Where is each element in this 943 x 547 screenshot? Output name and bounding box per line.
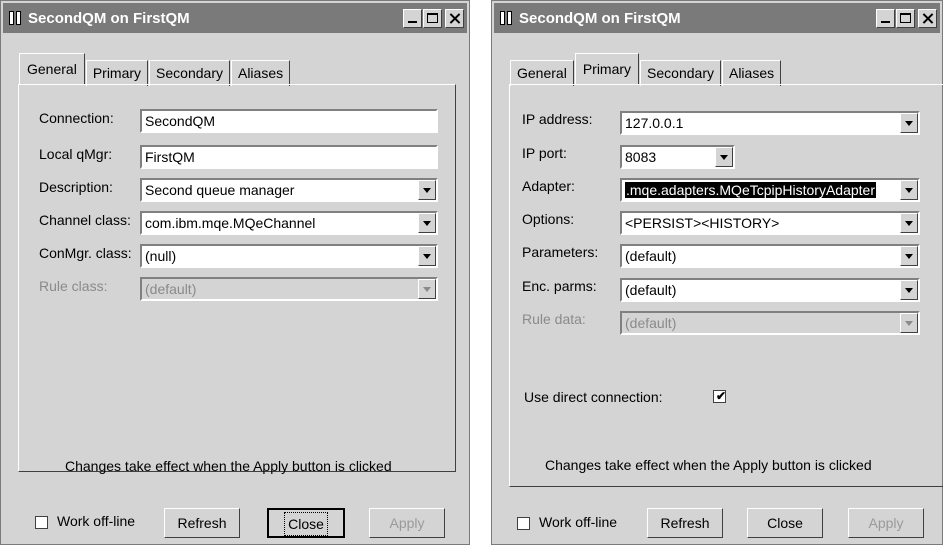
maximize-button[interactable] bbox=[423, 8, 442, 28]
work-offline-checkbox[interactable] bbox=[517, 517, 530, 530]
local-qmgr-label: Local qMgr: bbox=[39, 146, 113, 162]
description-select[interactable]: Second queue manager bbox=[140, 178, 438, 202]
chevron-down-icon[interactable] bbox=[900, 113, 918, 133]
chevron-down-icon[interactable] bbox=[715, 147, 733, 167]
close-button[interactable]: Close bbox=[747, 508, 823, 538]
connection-field[interactable]: SecondQM bbox=[140, 109, 438, 133]
window-title: SecondQM on FirstQM bbox=[519, 9, 681, 27]
tab-strip: General Primary Secondary Aliases bbox=[510, 53, 782, 86]
conmgr-class-label: ConMgr. class: bbox=[39, 245, 132, 261]
chevron-down-icon[interactable] bbox=[418, 180, 436, 200]
rule-class-select: (default) bbox=[140, 277, 438, 301]
chevron-down-icon[interactable] bbox=[900, 246, 918, 266]
chevron-down-icon bbox=[900, 313, 918, 333]
apply-button: Apply bbox=[848, 508, 924, 538]
tab-secondary[interactable]: Secondary bbox=[149, 60, 230, 86]
checkmark-icon: ✔ bbox=[716, 389, 727, 403]
chevron-down-icon bbox=[418, 279, 436, 299]
chevron-down-icon[interactable] bbox=[900, 213, 918, 233]
description-label: Description: bbox=[39, 179, 113, 195]
maximize-button[interactable] bbox=[896, 8, 915, 28]
chevron-down-icon[interactable] bbox=[900, 180, 918, 200]
enc-parms-label: Enc. parms: bbox=[522, 278, 597, 294]
app-icon bbox=[500, 10, 514, 26]
general-panel: Connection: SecondQM Local qMgr: FirstQM… bbox=[18, 84, 456, 474]
dialog-general: SecondQM on FirstQM General Primary Seco… bbox=[0, 0, 470, 545]
options-label: Options: bbox=[522, 211, 575, 227]
minimize-button[interactable] bbox=[876, 8, 895, 28]
dialog-primary: SecondQM on FirstQM General Primary Seco… bbox=[491, 0, 943, 545]
title-bar[interactable]: SecondQM on FirstQM bbox=[494, 3, 940, 33]
work-offline-label: Work off-line bbox=[539, 514, 618, 530]
apply-note: Changes take effect when the Apply butto… bbox=[65, 458, 392, 474]
direct-connection-label: Use direct connection: bbox=[524, 389, 663, 405]
channel-class-select[interactable]: com.ibm.mqe.MQeChannel bbox=[140, 211, 438, 235]
rule-data-label: Rule data: bbox=[522, 311, 586, 327]
tab-general[interactable]: General bbox=[19, 53, 85, 84]
refresh-button[interactable]: Refresh bbox=[647, 508, 723, 538]
chevron-down-icon[interactable] bbox=[900, 280, 918, 300]
tab-aliases[interactable]: Aliases bbox=[721, 60, 782, 86]
ip-port-label: IP port: bbox=[522, 145, 567, 161]
options-select[interactable]: <PERSIST><HISTORY> bbox=[620, 211, 920, 235]
close-window-button[interactable] bbox=[445, 8, 464, 28]
refresh-button[interactable]: Refresh bbox=[164, 508, 240, 538]
apply-button: Apply bbox=[369, 508, 445, 538]
window-title: SecondQM on FirstQM bbox=[28, 9, 190, 27]
rule-data-select: (default) bbox=[620, 311, 920, 335]
tab-primary[interactable]: Primary bbox=[574, 53, 640, 84]
rule-class-label: Rule class: bbox=[39, 278, 108, 294]
work-offline-checkbox[interactable] bbox=[35, 516, 48, 529]
chevron-down-icon[interactable] bbox=[418, 246, 436, 266]
tab-secondary[interactable]: Secondary bbox=[640, 60, 721, 86]
parameters-label: Parameters: bbox=[522, 244, 599, 260]
parameters-select[interactable]: (default) bbox=[620, 244, 920, 268]
ip-port-select[interactable]: 8083 bbox=[620, 145, 735, 169]
title-bar[interactable]: SecondQM on FirstQM bbox=[3, 3, 467, 33]
ip-address-select[interactable]: 127.0.0.1 bbox=[620, 111, 920, 135]
tab-aliases[interactable]: Aliases bbox=[230, 60, 291, 86]
close-window-button[interactable] bbox=[918, 8, 937, 28]
primary-panel: IP address: 127.0.0.1 IP port: 8083 Adap… bbox=[509, 84, 943, 487]
conmgr-class-select[interactable]: (null) bbox=[140, 244, 438, 268]
app-icon bbox=[9, 10, 23, 26]
ip-address-label: IP address: bbox=[522, 111, 593, 127]
tab-general[interactable]: General bbox=[510, 60, 574, 86]
adapter-select[interactable]: .mqe.adapters.MQeTcpipHistoryAdapter bbox=[620, 178, 920, 202]
tab-strip: General Primary Secondary Aliases bbox=[19, 53, 291, 86]
direct-connection-checkbox[interactable]: ✔ bbox=[713, 389, 727, 403]
apply-note: Changes take effect when the Apply butto… bbox=[545, 457, 872, 473]
close-button[interactable]: Close bbox=[267, 508, 345, 538]
tab-primary[interactable]: Primary bbox=[85, 60, 149, 86]
connection-label: Connection: bbox=[39, 110, 114, 126]
local-qmgr-field[interactable]: FirstQM bbox=[140, 145, 438, 169]
work-offline-label: Work off-line bbox=[57, 513, 136, 529]
adapter-label: Adapter: bbox=[522, 178, 575, 194]
channel-class-label: Channel class: bbox=[39, 212, 131, 228]
enc-parms-select[interactable]: (default) bbox=[620, 278, 920, 302]
minimize-button[interactable] bbox=[403, 8, 422, 28]
chevron-down-icon[interactable] bbox=[418, 213, 436, 233]
